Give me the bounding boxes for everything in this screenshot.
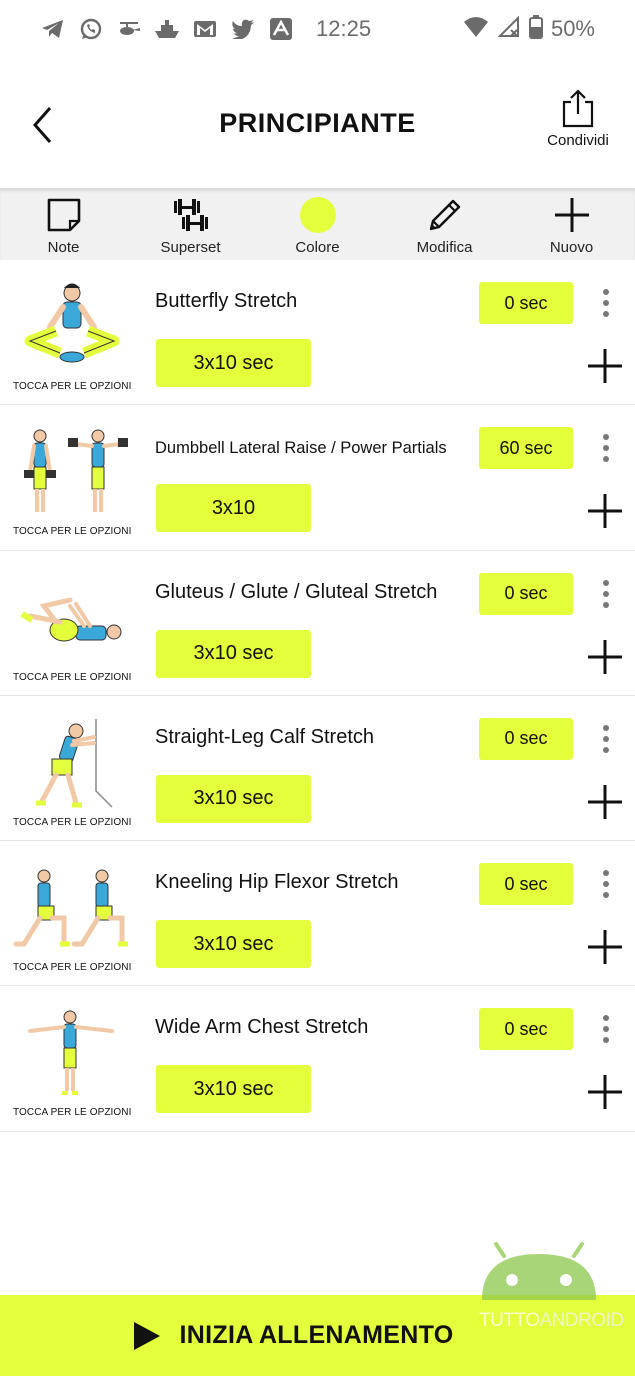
sets-reps-button[interactable]: 3x10 <box>156 484 311 533</box>
watermark-text-part2: ANDROID <box>539 1310 624 1331</box>
add-set-icon[interactable] <box>587 1074 623 1110</box>
exercise-name: Kneeling Hip Flexor Stretch <box>155 871 399 894</box>
exercise-row[interactable]: TOCCA PER LE OPZIONI Dumbbell Lateral Ra… <box>0 405 635 551</box>
color-swatch <box>299 197 336 233</box>
status-bar: 12:25 50% <box>0 0 635 58</box>
exercise-illustration[interactable] <box>8 1004 132 1104</box>
share-icon <box>562 89 594 128</box>
exercise-row[interactable]: TOCCA PER LE OPZIONI Wide Arm Chest Stre… <box>0 986 635 1132</box>
rest-time-button[interactable]: 0 sec <box>479 572 573 615</box>
ship-icon <box>154 16 180 42</box>
more-options-icon[interactable] <box>594 1012 618 1046</box>
app-header: PRINCIPIANTE Condividi <box>0 58 635 188</box>
thumb-caption: TOCCA PER LE OPZIONI <box>13 671 132 683</box>
gmail-icon <box>192 16 218 42</box>
exercise-illustration[interactable] <box>8 278 132 378</box>
thumb-caption: TOCCA PER LE OPZIONI <box>13 1107 132 1119</box>
thumb-caption: TOCCA PER LE OPZIONI <box>13 526 132 538</box>
battery-percent: 50% <box>550 16 595 41</box>
exercise-name: Wide Arm Chest Stretch <box>155 1016 369 1039</box>
twitter-icon <box>230 16 256 42</box>
thumb-caption: TOCCA PER LE OPZIONI <box>13 962 132 974</box>
dumbbell-icon <box>173 199 208 231</box>
exercise-name: Straight-Leg Calf Stretch <box>155 725 374 748</box>
play-icon <box>133 1321 160 1350</box>
whatsapp-icon <box>78 16 104 42</box>
exercise-name: Butterfly Stretch <box>155 290 298 312</box>
color-label: Colore <box>295 239 340 256</box>
share-button[interactable]: Condividi <box>533 88 623 149</box>
thumb-caption: TOCCA PER LE OPZIONI <box>13 816 132 828</box>
add-set-icon[interactable] <box>587 929 623 965</box>
add-set-icon[interactable] <box>587 639 623 675</box>
more-options-icon[interactable] <box>594 577 618 611</box>
telegram-icon <box>40 16 66 42</box>
calf-stretch-figure <box>36 718 113 808</box>
add-set-icon[interactable] <box>587 784 623 820</box>
exercise-row[interactable]: TOCCA PER LE OPZIONI Gluteus / Glute / G… <box>0 551 635 696</box>
start-workout-label: INIZIA ALLENAMENTO <box>179 1321 454 1349</box>
no-signal-icon <box>497 15 521 43</box>
sets-reps-button[interactable]: 3x10 sec <box>156 774 311 823</box>
sets-reps-button[interactable]: 3x10 sec <box>156 920 311 969</box>
exercise-row[interactable]: TOCCA PER LE OPZIONI Straight-Leg Calf S… <box>0 696 635 842</box>
wifi-icon <box>463 16 489 43</box>
a-app-icon <box>268 16 294 42</box>
plus-icon <box>554 198 589 232</box>
dumbbell-lateral-raise-figure <box>24 429 128 513</box>
helicopter-icon <box>116 16 142 42</box>
new-label: Nuovo <box>549 239 594 256</box>
watermark-text: TUTTOANDROID <box>479 1310 624 1332</box>
note-button[interactable]: Note <box>0 189 127 260</box>
tuttoandroid-watermark: TUTTOANDROID <box>474 1240 624 1335</box>
exercise-name: Dumbbell Lateral Raise / Power Partials <box>155 439 447 458</box>
exercise-name: Gluteus / Glute / Gluteal Stretch <box>155 580 438 603</box>
exercise-row[interactable]: TOCCA PER LE OPZIONI Kneeling Hip Flexor… <box>0 841 635 987</box>
toolbar: Note Superset Colore Modifica Nuovo <box>0 188 635 260</box>
superset-label: Superset <box>160 239 221 256</box>
more-options-icon[interactable] <box>594 286 618 320</box>
wide-arm-chest-stretch-figure <box>28 1010 114 1096</box>
add-set-icon[interactable] <box>587 493 623 529</box>
edit-button[interactable]: Modifica <box>381 189 508 260</box>
rest-time-button[interactable]: 0 sec <box>479 863 573 906</box>
watermark-text-part1: TUTTO <box>479 1310 540 1331</box>
more-options-icon[interactable] <box>594 867 618 901</box>
pencil-icon <box>429 199 460 231</box>
rest-time-button[interactable]: 60 sec <box>479 427 573 470</box>
sets-reps-button[interactable]: 3x10 sec <box>156 1065 311 1114</box>
sets-reps-button[interactable]: 3x10 sec <box>156 629 311 678</box>
note-icon <box>47 198 80 232</box>
butterfly-stretch-figure <box>24 283 120 363</box>
note-label: Note <box>47 239 80 256</box>
exercise-row[interactable]: TOCCA PER LE OPZIONI Butterfly Stretch 0… <box>0 260 635 406</box>
rest-time-button[interactable]: 0 sec <box>479 282 573 324</box>
android-robot-logo <box>482 1242 596 1300</box>
glute-stretch-figure <box>20 597 122 642</box>
more-options-icon[interactable] <box>594 431 618 465</box>
exercise-list: TOCCA PER LE OPZIONI Butterfly Stretch 0… <box>0 260 635 1132</box>
thumb-caption: TOCCA PER LE OPZIONI <box>13 381 132 392</box>
exercise-illustration[interactable] <box>8 714 132 814</box>
rest-time-button[interactable]: 0 sec <box>479 1008 573 1051</box>
clock: 12:25 <box>316 16 372 41</box>
exercise-illustration[interactable] <box>8 569 132 669</box>
exercise-illustration[interactable] <box>8 859 132 959</box>
battery-icon <box>528 14 543 44</box>
new-button[interactable]: Nuovo <box>508 189 635 260</box>
superset-button[interactable]: Superset <box>127 189 254 260</box>
notification-icons: 12:25 <box>40 16 371 42</box>
more-options-icon[interactable] <box>594 722 618 756</box>
rest-time-button[interactable]: 0 sec <box>479 717 573 760</box>
color-button[interactable]: Colore <box>254 189 381 260</box>
kneeling-hip-flexor-figure <box>13 869 128 947</box>
add-set-icon[interactable] <box>587 348 623 384</box>
sets-reps-button[interactable]: 3x10 sec <box>156 339 311 387</box>
share-label: Condividi <box>547 132 609 149</box>
exercise-illustration[interactable] <box>8 423 132 523</box>
edit-label: Modifica <box>416 239 473 256</box>
